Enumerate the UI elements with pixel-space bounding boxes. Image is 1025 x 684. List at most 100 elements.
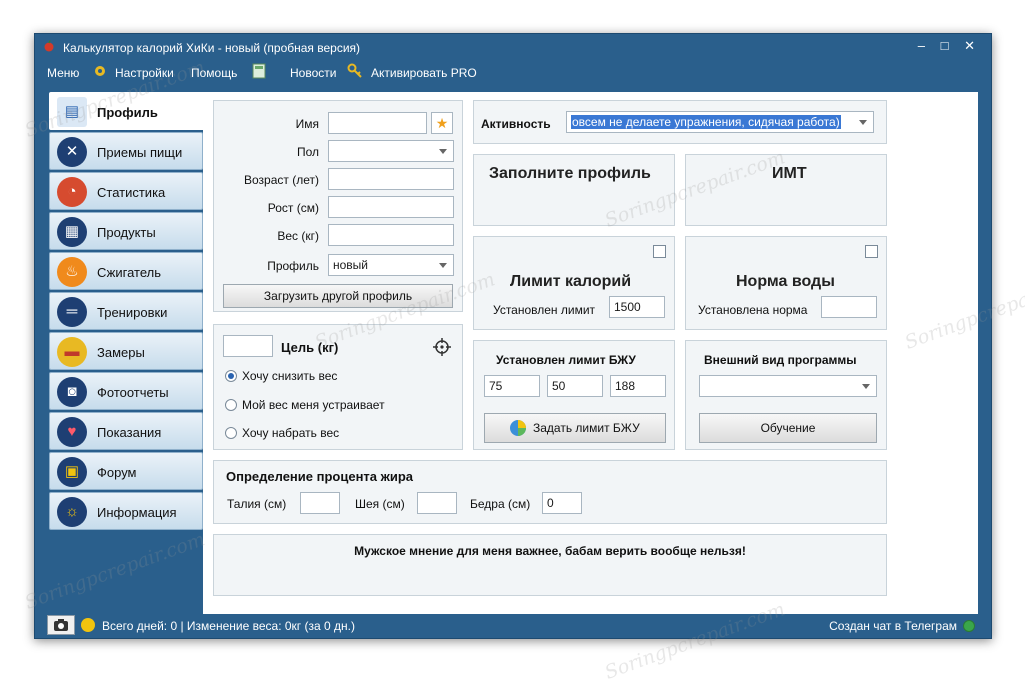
goal-label: Цель (кг) xyxy=(281,340,339,355)
sidebar-item-label: Форум xyxy=(97,465,137,480)
bmi-card: ИМТ xyxy=(685,154,887,226)
window-title: Калькулятор калорий ХиКи - новый (пробна… xyxy=(63,41,361,55)
sun-icon xyxy=(81,618,95,632)
fat-input[interactable]: 50 xyxy=(547,375,603,397)
lightbulb-icon: ☼ xyxy=(57,497,87,527)
water-norm-input[interactable] xyxy=(821,296,877,318)
star-icon[interactable]: ★ xyxy=(431,112,453,134)
sidebar-item-measurements[interactable]: ▬ Замеры xyxy=(49,332,203,370)
calorie-limit-label: Установлен лимит xyxy=(493,303,596,317)
heart-pulse-icon: ♥ xyxy=(57,417,87,447)
goal-lose-radio[interactable] xyxy=(225,370,237,382)
sidebar: ▤ Профиль ✕ Приемы пищи ◔ Статистика ▦ П… xyxy=(49,92,205,535)
load-profile-button[interactable]: Загрузить другой профиль xyxy=(223,284,453,308)
fat-percent-panel: Определение процента жира Талия (см) Шея… xyxy=(213,460,887,524)
activity-value: овсем не делаете упражнения, сидячая раб… xyxy=(571,115,841,129)
goal-gain-radio[interactable] xyxy=(225,427,237,439)
sidebar-item-label: Замеры xyxy=(97,345,145,360)
menu-help[interactable]: Помощь xyxy=(191,66,237,80)
sidebar-item-statistics[interactable]: ◔ Статистика xyxy=(49,172,203,210)
menu-settings[interactable]: Настройки xyxy=(115,66,174,80)
title-bar[interactable]: Калькулятор калорий ХиКи - новый (пробна… xyxy=(35,34,991,60)
telegram-chat-link[interactable]: Создан чат в Телеграм xyxy=(829,619,957,633)
sidebar-item-label: Информация xyxy=(97,505,177,520)
menu-main[interactable]: Меню xyxy=(47,66,79,80)
appearance-select[interactable] xyxy=(699,375,877,397)
sidebar-item-photo-reports[interactable]: ◙ Фотоотчеты xyxy=(49,372,203,410)
name-input[interactable] xyxy=(328,112,427,134)
sidebar-item-information[interactable]: ☼ Информация xyxy=(49,492,203,530)
quote-panel: Мужское мнение для меня важнее, бабам ве… xyxy=(213,534,887,596)
goal-input[interactable] xyxy=(223,335,273,357)
flame-icon: ♨ xyxy=(57,257,87,287)
tutorial-button[interactable]: Обучение xyxy=(699,413,877,443)
protein-input[interactable]: 75 xyxy=(484,375,540,397)
sidebar-item-label: Продукты xyxy=(97,225,156,240)
calculator-icon xyxy=(252,63,266,79)
profile-label: Профиль xyxy=(267,259,319,273)
chat-bubbles-icon: ▣ xyxy=(57,457,87,487)
menu-news[interactable]: Новости xyxy=(290,66,336,80)
profile-select[interactable]: новый xyxy=(328,254,454,276)
calorie-limit-checkbox[interactable] xyxy=(653,245,666,258)
profile-form-panel: Имя ★ Пол Возраст (лет) Рост (см) Вес (к… xyxy=(213,100,463,312)
age-label: Возраст (лет) xyxy=(244,173,319,187)
menu-activate-pro[interactable]: Активировать PRO xyxy=(371,66,477,80)
tape-measure-icon: ▬ xyxy=(57,337,87,367)
sidebar-item-readings[interactable]: ♥ Показания xyxy=(49,412,203,450)
set-bju-button[interactable]: Задать лимит БЖУ xyxy=(484,413,666,443)
gender-label: Пол xyxy=(296,145,319,159)
close-button[interactable]: ✕ xyxy=(964,38,981,53)
water-norm-checkbox[interactable] xyxy=(865,245,878,258)
waist-input[interactable] xyxy=(300,492,340,514)
key-icon xyxy=(347,63,362,78)
goal-keep-radio[interactable] xyxy=(225,399,237,411)
pie-chart-icon xyxy=(510,420,526,436)
app-window: Калькулятор калорий ХиКи - новый (пробна… xyxy=(34,33,992,639)
online-status-icon xyxy=(963,620,975,632)
height-input[interactable] xyxy=(328,196,454,218)
sidebar-item-label: Фотоотчеты xyxy=(97,385,169,400)
goal-option-lose: Хочу снизить вес xyxy=(242,369,338,383)
maximize-button[interactable]: □ xyxy=(941,38,955,53)
sidebar-item-products[interactable]: ▦ Продукты xyxy=(49,212,203,250)
height-label: Рост (см) xyxy=(267,201,319,215)
calorie-limit-input[interactable]: 1500 xyxy=(609,296,665,318)
menu-bar: Меню Настройки Помощь Новости Активирова… xyxy=(35,60,991,84)
dumbbell-icon: ═ xyxy=(57,297,87,327)
pie-chart-icon: ◔ xyxy=(57,177,87,207)
activity-select[interactable]: овсем не делаете упражнения, сидячая раб… xyxy=(566,111,874,133)
bmi-title: ИМТ xyxy=(772,165,807,182)
calorie-limit-title: Лимит калорий xyxy=(510,273,632,290)
sidebar-item-workouts[interactable]: ═ Тренировки xyxy=(49,292,203,330)
hips-input[interactable]: 0 xyxy=(542,492,582,514)
name-label: Имя xyxy=(295,117,319,131)
sidebar-item-label: Показания xyxy=(97,425,162,440)
weight-label: Вес (кг) xyxy=(277,229,319,243)
gender-select[interactable] xyxy=(328,140,454,162)
sidebar-item-profile[interactable]: ▤ Профиль xyxy=(49,92,205,130)
fill-profile-card: Заполните профиль xyxy=(473,154,675,226)
status-summary: Всего дней: 0 | Изменение веса: 0кг (за … xyxy=(102,619,355,633)
status-bar: Всего дней: 0 | Изменение веса: 0кг (за … xyxy=(35,612,991,639)
calorie-limit-card: Лимит калорий Установлен лимит 1500 xyxy=(473,236,675,330)
waist-label: Талия (см) xyxy=(227,497,287,511)
profile-content: Имя ★ Пол Возраст (лет) Рост (см) Вес (к… xyxy=(203,92,978,614)
grocery-bag-icon: ▦ xyxy=(57,217,87,247)
sidebar-item-burner[interactable]: ♨ Сжигатель xyxy=(49,252,203,290)
camera-icon: ◙ xyxy=(57,377,87,407)
age-input[interactable] xyxy=(328,168,454,190)
sidebar-item-label: Тренировки xyxy=(97,305,168,320)
crosshair-icon[interactable] xyxy=(433,338,451,356)
sidebar-item-meals[interactable]: ✕ Приемы пищи xyxy=(49,132,203,170)
screenshot-button[interactable] xyxy=(47,615,75,635)
sidebar-item-forum[interactable]: ▣ Форум xyxy=(49,452,203,490)
carbs-input[interactable]: 188 xyxy=(610,375,666,397)
water-norm-title: Норма воды xyxy=(736,273,835,290)
minimize-button[interactable]: ‒ xyxy=(918,38,931,53)
sidebar-item-label: Статистика xyxy=(97,185,166,200)
goal-option-gain: Хочу набрать вес xyxy=(242,426,340,440)
neck-input[interactable] xyxy=(417,492,457,514)
weight-input[interactable] xyxy=(328,224,454,246)
fat-percent-title: Определение процента жира xyxy=(226,469,414,484)
